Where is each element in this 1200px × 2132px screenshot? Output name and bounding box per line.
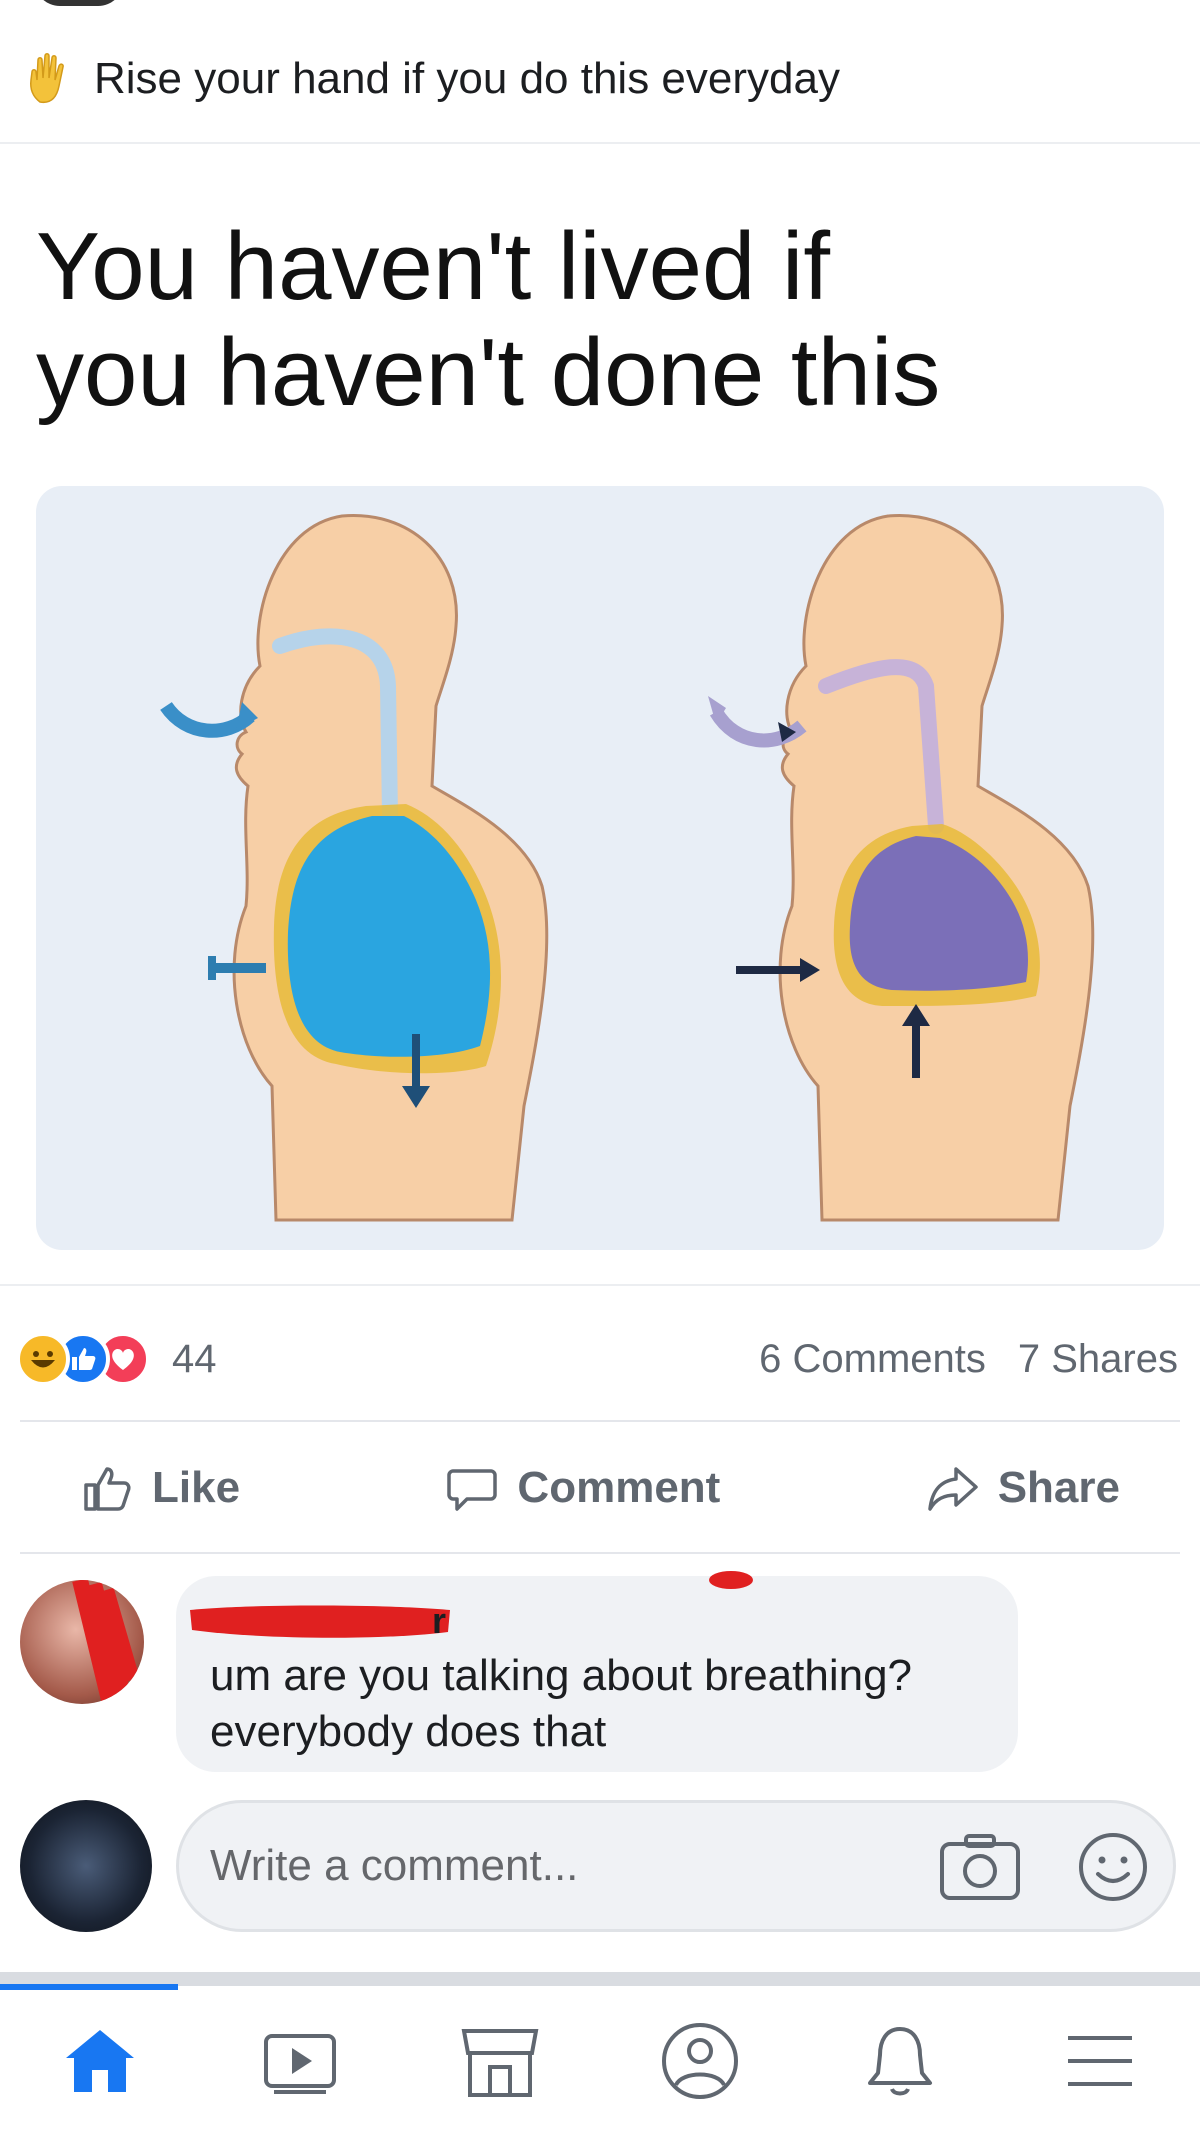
- divider: [20, 1420, 1180, 1422]
- post-caption: Rise your hand if you do this everyday: [22, 44, 840, 114]
- bottom-navigation: [0, 1990, 1200, 2132]
- nav-notifications[interactable]: [850, 2011, 950, 2111]
- inhale-figure: [160, 513, 549, 1222]
- like-label: Like: [152, 1463, 241, 1512]
- reactions-summary[interactable]: 44: [16, 1330, 217, 1388]
- haha-icon: [16, 1332, 70, 1386]
- emoji-icon[interactable]: [1076, 1830, 1150, 1904]
- headline-line: you haven't done this: [36, 319, 941, 426]
- redaction-scribble: [72, 1580, 140, 1704]
- nav-marketplace[interactable]: [450, 2011, 550, 2111]
- redaction-mark: [709, 1571, 753, 1589]
- nav-profile[interactable]: [650, 2011, 750, 2111]
- commenter-avatar[interactable]: [20, 1580, 144, 1704]
- nav-active-indicator: [0, 1984, 178, 1990]
- caption-text: Rise your hand if you do this everyday: [94, 54, 840, 103]
- comments-count-link[interactable]: 6 Comments: [759, 1337, 986, 1382]
- post-actions: Like Comment Share: [20, 1432, 1180, 1544]
- divider: [20, 1552, 1180, 1554]
- raised-hand-icon: [30, 53, 64, 104]
- reaction-count: 44: [172, 1336, 217, 1381]
- divider: [0, 1284, 1200, 1286]
- my-avatar[interactable]: [20, 1800, 152, 1932]
- exhale-figure: [708, 513, 1095, 1222]
- comment-label: Comment: [517, 1463, 721, 1512]
- like-outline-icon: [84, 1467, 131, 1511]
- video-icon: [264, 2034, 336, 2094]
- marketplace-icon: [461, 2029, 539, 2097]
- engagement-counts: 6 Comments 7 Shares: [727, 1330, 1178, 1388]
- nav-video[interactable]: [250, 2011, 350, 2111]
- home-icon: [66, 2030, 134, 2092]
- nav-menu[interactable]: [1050, 2011, 1150, 2111]
- redacted-name-bar: [190, 1605, 450, 1638]
- post-image-headline: You haven't lived if you haven't done th…: [36, 214, 1166, 426]
- nav-home[interactable]: [50, 2011, 150, 2111]
- headline-line: You haven't lived if: [36, 213, 831, 320]
- divider: [0, 142, 1200, 144]
- shares-count-link[interactable]: 7 Shares: [1018, 1337, 1178, 1382]
- menu-icon: [1068, 2036, 1132, 2086]
- notifications-icon: [868, 2027, 932, 2096]
- breathing-illustration[interactable]: [36, 486, 1164, 1250]
- share-button[interactable]: Share: [866, 1461, 1180, 1515]
- like-button[interactable]: Like: [20, 1461, 300, 1515]
- share-label: Share: [997, 1463, 1120, 1512]
- comment-input[interactable]: [210, 1836, 910, 1896]
- commenter-name[interactable]: r: [432, 1600, 446, 1642]
- comment-text: um are you talking about breathing? ever…: [210, 1651, 913, 1756]
- camera-icon[interactable]: [938, 1832, 1022, 1902]
- comment-outline-icon: [447, 1469, 498, 1511]
- share-outline-icon: [927, 1467, 978, 1511]
- breathing-diagram: [160, 513, 1095, 1222]
- nav-divider: [0, 1972, 1200, 1986]
- profile-icon: [662, 2023, 738, 2099]
- previous-post-avatar: [34, 0, 124, 6]
- comment-button[interactable]: Comment: [385, 1461, 780, 1515]
